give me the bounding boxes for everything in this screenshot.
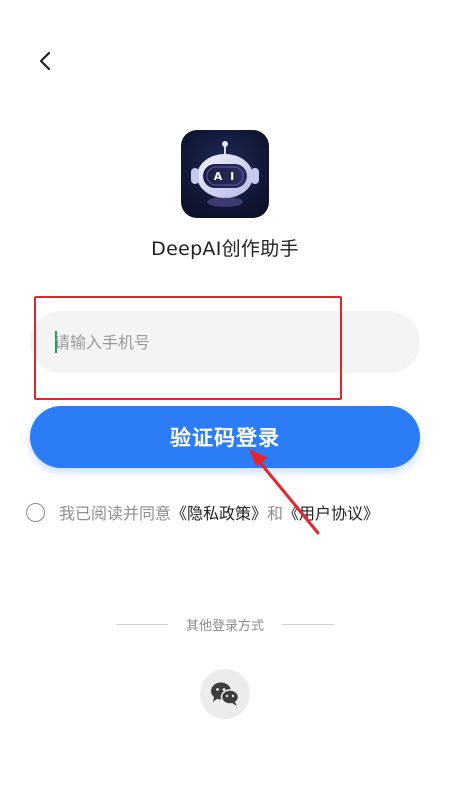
divider-left [115, 624, 168, 625]
wechat-login-button[interactable] [200, 669, 250, 719]
logo-text: A I [214, 170, 236, 183]
back-button[interactable] [32, 48, 58, 74]
divider-right [282, 624, 334, 625]
user-agreement-link[interactable]: 《用户协议》 [283, 500, 379, 524]
wechat-icon [211, 682, 240, 706]
agreement-joiner: 和 [267, 504, 284, 523]
login-screen: A I DeepAI创作助手 验证码登录 我已阅读并同意 《隐私政策》 和 《用… [0, 0, 450, 800]
phone-input[interactable] [54, 311, 384, 373]
other-login-label: 其他登录方式 [185, 619, 264, 634]
sms-login-button[interactable]: 验证码登录 [30, 406, 420, 468]
chevron-left-icon [39, 51, 51, 71]
agreement-checkbox[interactable] [26, 502, 45, 522]
app-name: DeepAI创作助手 [151, 238, 299, 260]
agreement-row: 我已阅读并同意 《隐私政策》 和 《用户协议》 [26, 500, 379, 524]
privacy-policy-link[interactable]: 《隐私政策》 [171, 500, 267, 524]
app-logo: A I [181, 130, 269, 218]
robot-ai-logo-icon: A I [191, 141, 259, 207]
phone-field[interactable] [30, 311, 420, 373]
agreement-prefix: 我已阅读并同意 [59, 504, 172, 523]
other-login-divider: 其他登录方式 [0, 615, 450, 634]
